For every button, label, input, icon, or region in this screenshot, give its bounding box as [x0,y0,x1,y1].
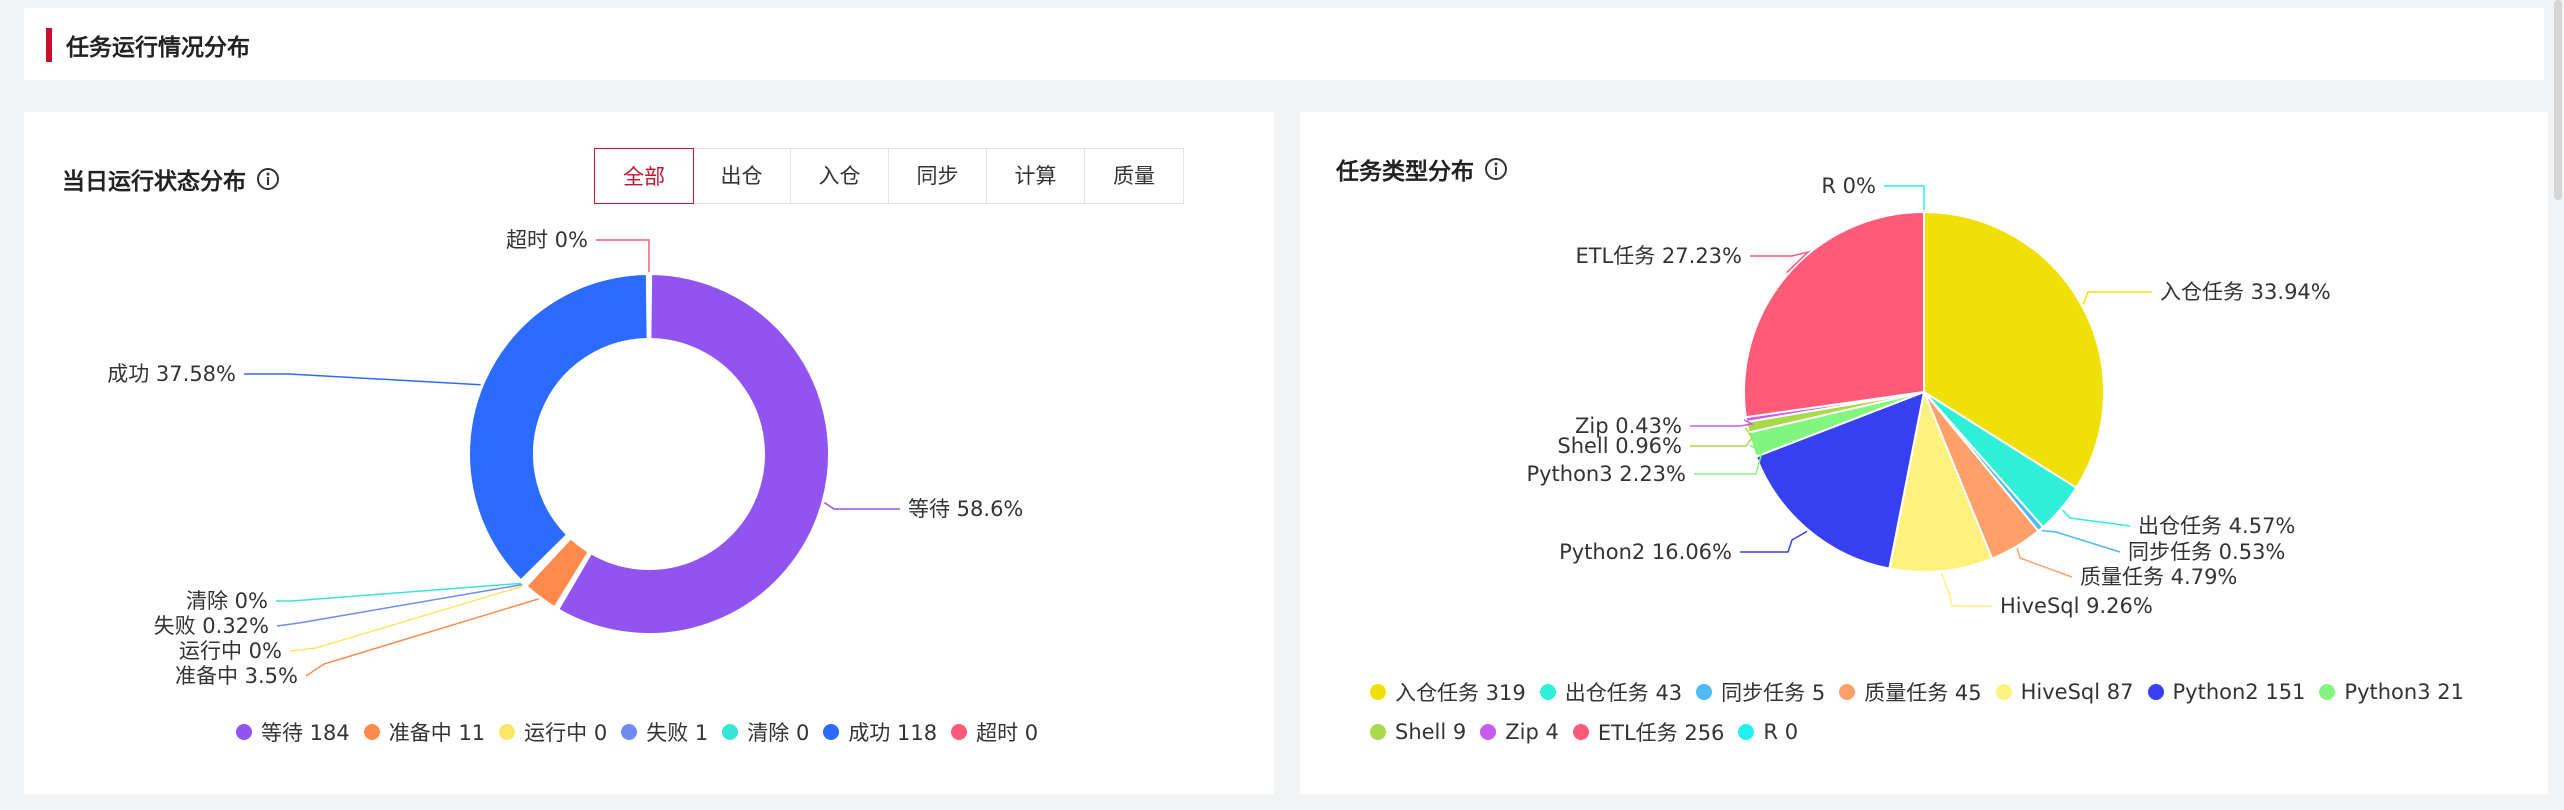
legend-dot [1696,684,1713,700]
legend-dot [1539,684,1556,700]
legend-label: 入仓任务 319 [1395,681,1526,705]
legend-dot [1370,724,1386,740]
leader-line [2016,548,2073,578]
tab-all[interactable]: 全部 [594,148,694,204]
slice-label: 出仓任务 4.57% [2138,514,2295,538]
section-title: 任务运行情况分布 [66,35,250,61]
legend-dot [823,724,840,740]
legend-item[interactable]: ETL任务 256 [1572,712,1725,752]
legend-label: 清除 0 [747,721,810,745]
legend-label: 质量任务 45 [1864,681,1982,705]
leader-line [1884,185,1925,210]
leader-line [1940,572,1992,607]
slice-label: 等待 58.6% [908,497,1023,521]
leader-line [1694,444,1763,475]
slice-label: Python3 2.23% [1526,462,1686,486]
legend-dot [1738,724,1755,740]
legend-item[interactable]: 准备中 11 [363,712,486,752]
slice-label: HiveSql 9.26% [2000,594,2153,618]
slice-label: 同步任务 0.53% [2128,540,2285,564]
legend-label: 等待 184 [261,721,350,745]
legend-dot [722,724,739,740]
legend-dot [1480,724,1497,740]
legend-item[interactable]: R 0 [1738,712,1798,752]
legend-item[interactable]: 出仓任务 43 [1539,672,1683,712]
slice-label: 成功 37.58% [107,362,236,386]
legend-item[interactable]: 入仓任务 319 [1370,672,1526,712]
slice-label: 清除 0% [186,589,268,613]
legend-label: 出仓任务 43 [1564,681,1683,705]
leader-line [1740,530,1808,553]
leader-line [1690,419,1755,427]
legend-dot [363,724,380,740]
section-accent-bar [46,28,52,62]
slice-label: Python2 16.06% [1559,540,1732,564]
slice-label: 超时 0% [506,228,588,252]
status-distribution-card: 当日运行状态分布 全部 出仓 入仓 同步 计算 质量 等待 58.6% 准备中 3… [24,112,1274,794]
slice-label: 运行中 0% [179,639,282,663]
slice-label: 失败 0.32% [154,614,269,638]
slice-label: ETL任务 27.23% [1575,244,1742,268]
leader-line [2041,529,2121,553]
legend-item[interactable]: 同步任务 5 [1696,672,1825,712]
legend-dot [1995,684,2012,700]
legend-item[interactable]: 成功 118 [823,712,937,752]
legend-label: 成功 118 [848,721,938,745]
legend-item[interactable]: 超时 0 [951,712,1038,752]
legend-item[interactable]: HiveSql 87 [1995,672,2134,712]
legend-item[interactable]: 失败 1 [621,712,708,752]
type-legend: 入仓任务 319 出仓任务 43 同步任务 5 质量任务 45 HiveSql 87 Py… [1370,672,2520,752]
legend-dot [499,724,516,740]
legend-label: Python3 21 [2344,680,2464,704]
page-scrollbar[interactable] [2552,0,2564,810]
legend-item[interactable]: 清除 0 [722,712,809,752]
legend-label: 准备中 11 [388,721,486,745]
leader-line [1690,427,1753,447]
slice-label: Zip 0.43% [1575,414,1682,438]
section-header: 任务运行情况分布 [24,8,2544,80]
slice-label: 质量任务 4.79% [2080,565,2237,589]
legend-label: ETL任务 256 [1597,721,1725,745]
slice-label: 入仓任务 33.94% [2160,280,2331,304]
pie-slice[interactable] [468,273,649,582]
leader-line [596,239,650,272]
legend-item[interactable]: Python3 21 [2319,672,2464,712]
legend-dot [951,724,968,740]
leader-line [2062,509,2131,527]
scrollbar-thumb[interactable] [2554,0,2562,200]
legend-item[interactable]: Python2 151 [2147,672,2306,712]
legend-label: 失败 1 [646,721,709,745]
status-legend: 等待 184 准备中 11 运行中 0 失败 1 清除 0 成功 118 超时 0 [236,712,1052,752]
status-donut-chart: 等待 58.6% 准备中 3.5%运行中 0%失败 0.32%清除 0% 成功 37… [107,228,1023,688]
legend-item[interactable]: Shell 9 [1370,712,1466,752]
slice-label: R 0% [1821,174,1876,198]
leader-line [244,373,481,386]
legend-label: HiveSql 87 [2020,680,2134,704]
legend-dot [2147,684,2164,700]
legend-label: 运行中 0 [524,721,608,745]
legend-label: R 0 [1763,720,1799,744]
legend-dot [1370,684,1386,700]
legend-dot [621,724,638,740]
pie-slice[interactable] [1743,211,1925,419]
slice-label: 准备中 3.5% [175,664,298,688]
legend-item[interactable]: 运行中 0 [499,712,607,752]
type-distribution-card: 任务类型分布 入仓任务 33.94% 出仓任务 4.57% 同步任务 0.53% 质量… [1300,112,2548,794]
leader-line [276,583,523,627]
legend-item[interactable]: 质量任务 45 [1839,672,1982,712]
leader-line [305,598,540,677]
legend-item[interactable]: Zip 4 [1480,712,1559,752]
legend-label: Python2 151 [2172,680,2306,704]
legend-label: 同步任务 5 [1721,681,1826,705]
legend-label: Shell 9 [1395,720,1467,744]
leader-line [2082,291,2152,305]
legend-dot [1572,724,1589,740]
legend-item[interactable]: 等待 184 [236,712,350,752]
legend-dot [236,724,252,740]
legend-dot [2319,684,2336,700]
leader-line [823,501,900,510]
legend-dot [1839,684,1856,700]
legend-label: 超时 0 [976,721,1039,745]
legend-label: Zip 4 [1505,720,1559,744]
